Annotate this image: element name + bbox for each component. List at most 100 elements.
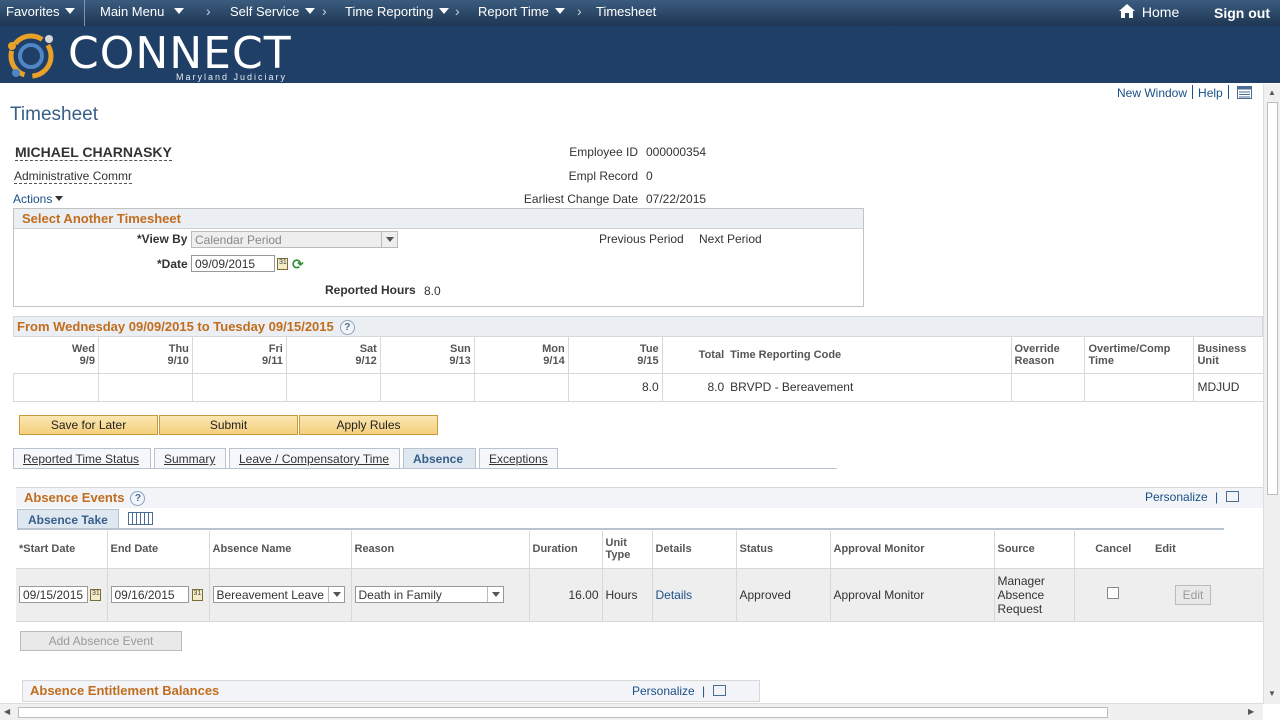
zoom-icon[interactable] (1225, 491, 1239, 502)
absence-name-value: Bereavement Leave (216, 588, 324, 602)
period-title: From Wednesday 09/09/2015 to Tuesday 09/… (17, 319, 334, 334)
customize-page-icon[interactable] (1237, 86, 1253, 99)
refresh-icon[interactable]: ⟳ (292, 256, 304, 273)
breadcrumb-time-reporting[interactable]: Time Reporting (345, 4, 450, 19)
breadcrumb-report-time[interactable]: Report Time (478, 4, 565, 19)
home-label: Home (1141, 4, 1180, 20)
scroll-thumb[interactable] (1267, 102, 1278, 495)
actions-menu[interactable]: Actions (13, 192, 64, 206)
previous-period-link[interactable]: Previous Period (599, 232, 684, 246)
hours-cell-mon[interactable] (474, 373, 569, 401)
hours-cell-thu[interactable] (98, 373, 193, 401)
help-icon[interactable]: ? (339, 320, 355, 335)
day-header-sun: Sun 9/13 (380, 337, 475, 373)
new-window-link[interactable]: New Window (1117, 86, 1187, 100)
home-link[interactable]: Home (1119, 4, 1179, 20)
start-date-cell: 09/15/2015 (16, 568, 108, 621)
breadcrumb-label: Report Time (478, 4, 549, 19)
date-input[interactable]: 09/09/2015 (191, 255, 275, 272)
reason-value: Death in Family (358, 588, 442, 602)
breadcrumb-chevron-icon: › (577, 3, 582, 19)
banner: CONNECT Maryland Judiciary (0, 26, 1280, 83)
timesheet-grid: Wed 9/9 Thu 9/10 Fri 9/11 Sat 9/12 Sun 9/13 M… (13, 337, 1263, 402)
calendar-icon[interactable] (191, 588, 203, 601)
breadcrumb-timesheet[interactable]: Timesheet (596, 4, 656, 19)
hours-cell-fri[interactable] (192, 373, 287, 401)
vertical-scrollbar[interactable]: ▲ ▼ (1263, 84, 1280, 704)
scroll-up-icon[interactable]: ▲ (1268, 88, 1276, 97)
calendar-icon[interactable] (90, 588, 101, 601)
tab-exceptions[interactable]: Exceptions (479, 448, 558, 469)
favorites-menu[interactable]: Favorites (6, 4, 76, 19)
cancel-cell (1074, 568, 1152, 621)
overtime-cell (1084, 373, 1195, 401)
add-absence-event-button[interactable]: Add Absence Event (20, 631, 182, 651)
submit-button[interactable]: Submit (159, 415, 298, 435)
absence-events-header (16, 488, 1263, 508)
absence-name-select[interactable]: Bereavement Leave (212, 586, 345, 603)
personalize-link[interactable]: Personalize (1145, 490, 1208, 504)
start-date-header: *Start Date (16, 531, 108, 568)
employee-name[interactable]: MICHAEL CHARNASKY (15, 144, 172, 161)
employee-id-value: 000000354 (646, 145, 707, 159)
unit-type-header: Unit Type (602, 531, 653, 568)
absence-take-tab[interactable]: Absence Take (17, 509, 119, 529)
hours-cell-sun[interactable] (380, 373, 475, 401)
chevron-down-icon (305, 8, 316, 14)
horizontal-scrollbar[interactable]: ◀ ▶ (0, 703, 1263, 720)
override-reason-header: Override Reason (1011, 337, 1086, 373)
unit-type-cell: Hours (602, 568, 653, 621)
view-by-value: Calendar Period (195, 233, 282, 247)
hours-cell-wed[interactable] (13, 373, 99, 401)
hours-cell-sat[interactable] (286, 373, 381, 401)
apply-rules-button[interactable]: Apply Rules (299, 415, 438, 435)
personalize-link[interactable]: Personalize (632, 684, 695, 698)
reason-header: Reason (351, 531, 530, 568)
entitlement-title: Absence Entitlement Balances (30, 683, 220, 698)
absence-name-header: Absence Name (209, 531, 352, 568)
employee-job-title[interactable]: Administrative Commr (14, 169, 133, 184)
trc-cell: BRVPD - Bereavement (727, 373, 1012, 401)
breadcrumb-self-service[interactable]: Self Service (230, 4, 316, 19)
tab-absence[interactable]: Absence (403, 448, 476, 469)
chevron-down-icon (486, 587, 503, 602)
scroll-right-icon[interactable]: ▶ (1248, 707, 1254, 716)
end-date-input[interactable]: 09/16/2015 (110, 586, 189, 603)
details-link[interactable]: Details (656, 588, 693, 602)
trc-header: Time Reporting Code (727, 337, 1012, 373)
reason-select[interactable]: Death in Family (354, 586, 504, 603)
absence-name-cell: Bereavement Leave (209, 568, 352, 621)
view-by-select[interactable]: Calendar Period (191, 231, 398, 248)
start-date-input[interactable]: 09/15/2015 (19, 586, 88, 603)
hours-cell-tue[interactable]: 8.0 (568, 373, 663, 401)
source-cell: Manager Absence Request (994, 568, 1075, 621)
day-header-tue: Tue 9/15 (568, 337, 663, 373)
help-link[interactable]: Help (1198, 86, 1223, 100)
tab-summary[interactable]: Summary (154, 448, 226, 469)
scroll-left-icon[interactable]: ◀ (4, 707, 10, 716)
empl-record-field: Empl Record 0 (520, 169, 653, 183)
edit-button[interactable]: Edit (1175, 584, 1211, 605)
next-period-link[interactable]: Next Period (699, 232, 762, 246)
show-all-columns-icon[interactable] (128, 512, 153, 525)
signout-link[interactable]: Sign out (1214, 5, 1270, 21)
scroll-down-icon[interactable]: ▼ (1268, 689, 1276, 698)
business-unit-cell: MDJUD (1197, 380, 1240, 394)
earliest-change-date-value: 07/22/2015 (646, 192, 707, 206)
help-icon[interactable]: ? (130, 491, 146, 506)
scroll-thumb[interactable] (18, 707, 1108, 718)
employee-id-label: Employee ID (569, 145, 638, 159)
main-menu-label: Main Menu (100, 4, 165, 19)
end-date-cell: 09/16/2015 (107, 568, 210, 621)
duration-header: Duration (529, 531, 603, 568)
cancel-checkbox[interactable] (1107, 587, 1120, 599)
tab-reported-time-status[interactable]: Reported Time Status (13, 448, 151, 469)
tab-leave-compensatory-time[interactable]: Leave / Compensatory Time (229, 448, 400, 469)
main-menu[interactable]: Main Menu (100, 4, 185, 19)
zoom-icon[interactable] (712, 685, 726, 696)
save-for-later-button[interactable]: Save for Later (19, 415, 158, 435)
empl-record-value: 0 (646, 169, 653, 183)
breadcrumb-chevron-icon: › (206, 3, 211, 19)
calendar-icon[interactable] (277, 258, 288, 270)
edit-cell: Edit (1152, 568, 1263, 621)
